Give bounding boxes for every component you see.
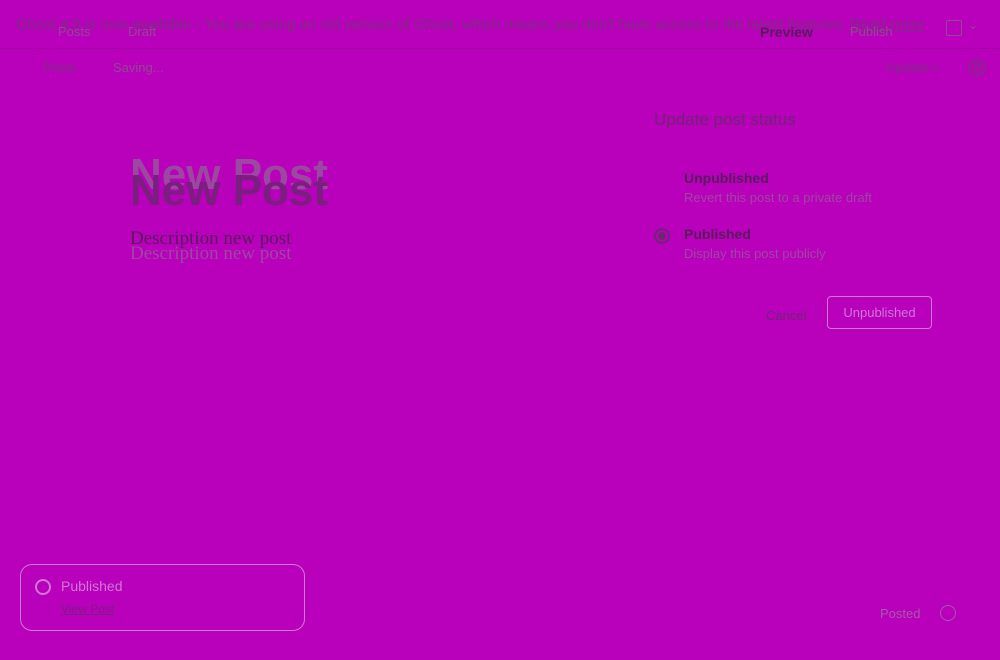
status-option-published[interactable]: Published Display this post publicly	[654, 222, 944, 270]
editor-toolbar: Posts Saving... Update	[0, 50, 1000, 90]
saving-status: Saving...	[113, 60, 164, 75]
help-icon[interactable]	[940, 605, 956, 621]
posts-breadcrumb-link[interactable]: Posts	[43, 60, 76, 75]
publish-button[interactable]: Publish	[850, 24, 893, 39]
panel-title: Update post status	[654, 110, 796, 129]
status-option-unpublished[interactable]: Unpublished Revert this post to a privat…	[654, 166, 944, 214]
chevron-down-icon	[930, 65, 940, 71]
publish-notification: Published View Post	[20, 564, 305, 631]
upgrade-banner: Posts Draft Ghost 4.0 is now available -…	[0, 0, 1000, 49]
post-editor: New Post New Post Description new post D…	[130, 150, 610, 280]
post-excerpt-ghost: Description new post	[130, 243, 292, 264]
footer-status-label: Posted	[880, 606, 921, 621]
settings-gear-icon[interactable]	[966, 56, 988, 78]
option-description: Display this post publicly	[684, 246, 826, 261]
radio-selected-icon[interactable]	[654, 228, 670, 244]
success-check-icon	[35, 579, 51, 595]
option-label: Unpublished	[684, 170, 769, 186]
cancel-button[interactable]: Cancel	[766, 308, 806, 323]
update-dropdown-button[interactable]: Update	[886, 60, 940, 75]
update-label: Update	[886, 60, 928, 75]
notification-message: Published	[61, 578, 123, 594]
option-description: Revert this post to a private draft	[684, 190, 872, 205]
confirm-status-button[interactable]: Unpublished	[827, 296, 932, 329]
banner-message-text: Ghost 4.0 is now available - You are usi…	[16, 16, 847, 33]
post-title-input[interactable]: New Post	[130, 166, 328, 216]
sidebar-toggle-icon[interactable]	[946, 20, 962, 36]
chevron-down-icon[interactable]: ⌄	[968, 18, 978, 32]
preview-button[interactable]: Preview	[760, 24, 813, 40]
view-post-link[interactable]: View Post	[61, 602, 114, 616]
update-status-panel: Update post status Unpublished Revert th…	[654, 108, 944, 338]
option-label: Published	[684, 226, 751, 242]
